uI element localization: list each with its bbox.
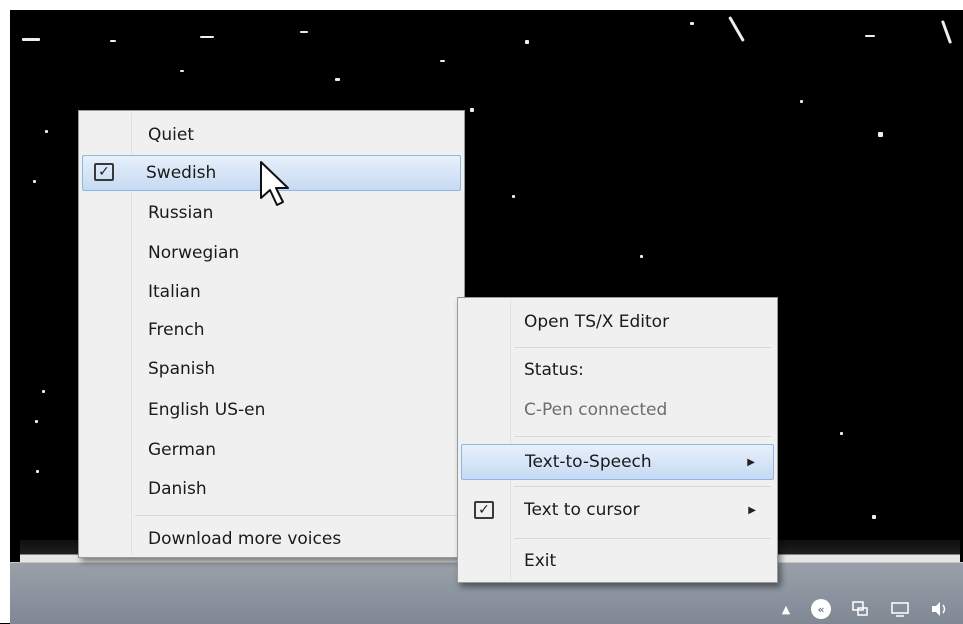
open-editor-label: Open TS/X Editor — [524, 312, 670, 332]
screen-border-top — [0, 0, 963, 10]
download-more-voices[interactable]: Download more voices — [82, 521, 461, 557]
voice-item-norwegian[interactable]: Norwegian — [82, 235, 461, 271]
text-to-cursor-label: Text to cursor — [524, 500, 640, 520]
voice-item-italian[interactable]: Italian — [82, 274, 461, 310]
menu-separator — [135, 515, 458, 516]
screen-border-left — [0, 0, 10, 623]
c-pen-context-menu: Open TS/X Editor Status: C-Pen connected… — [457, 297, 778, 583]
network-icon[interactable] — [849, 598, 871, 620]
checkmark-icon: ✓ — [94, 163, 114, 181]
menu-separator — [514, 436, 771, 437]
voice-item-label: Italian — [148, 282, 201, 302]
voice-item-german[interactable]: German — [82, 432, 461, 468]
mouse-pointer-icon — [260, 161, 289, 206]
action-center-icon[interactable] — [889, 598, 911, 620]
open-editor-item[interactable]: Open TS/X Editor — [461, 304, 774, 340]
voice-item-danish[interactable]: Danish — [82, 471, 461, 507]
system-tray: ▲ « — [779, 598, 951, 620]
voice-item-label: Quiet — [148, 125, 195, 145]
voice-item-french[interactable]: French — [82, 312, 461, 348]
status-label: Status: — [461, 352, 774, 388]
menu-separator — [514, 347, 771, 348]
text-to-speech-item[interactable]: Text-to-Speech ▶ — [461, 444, 774, 480]
text-to-cursor-item[interactable]: ✓ Text to cursor ▶ — [461, 492, 774, 528]
voice-item-english-us[interactable]: English US-en — [82, 392, 461, 428]
menu-separator — [514, 486, 771, 487]
c-pen-icon[interactable]: « — [811, 599, 831, 619]
voice-item-quiet[interactable]: Quiet — [82, 117, 461, 153]
submenu-arrow-icon: ▶ — [747, 456, 755, 468]
status-value-text: C-Pen connected — [524, 400, 668, 420]
menu-separator — [514, 538, 771, 539]
voice-item-label: Danish — [148, 479, 207, 499]
volume-icon[interactable] — [929, 598, 951, 620]
exit-label: Exit — [524, 551, 557, 571]
voice-item-spanish[interactable]: Spanish — [82, 351, 461, 387]
voice-item-label: Russian — [148, 203, 214, 223]
voice-item-label: German — [148, 440, 217, 460]
status-label-text: Status: — [524, 360, 584, 380]
show-hidden-icons-arrow-icon[interactable]: ▲ — [779, 598, 793, 620]
voice-item-label: Swedish — [146, 163, 217, 183]
status-value: C-Pen connected — [461, 392, 774, 428]
text-to-speech-label: Text-to-Speech — [525, 452, 652, 472]
voice-item-label: Norwegian — [148, 243, 240, 263]
voice-item-label: French — [148, 320, 205, 340]
voice-item-label: Spanish — [148, 359, 216, 379]
submenu-arrow-icon: ▶ — [748, 504, 756, 516]
download-more-voices-label: Download more voices — [148, 529, 342, 549]
exit-item[interactable]: Exit — [461, 543, 774, 579]
voice-item-label: English US-en — [148, 400, 266, 420]
checkmark-icon: ✓ — [474, 501, 494, 519]
